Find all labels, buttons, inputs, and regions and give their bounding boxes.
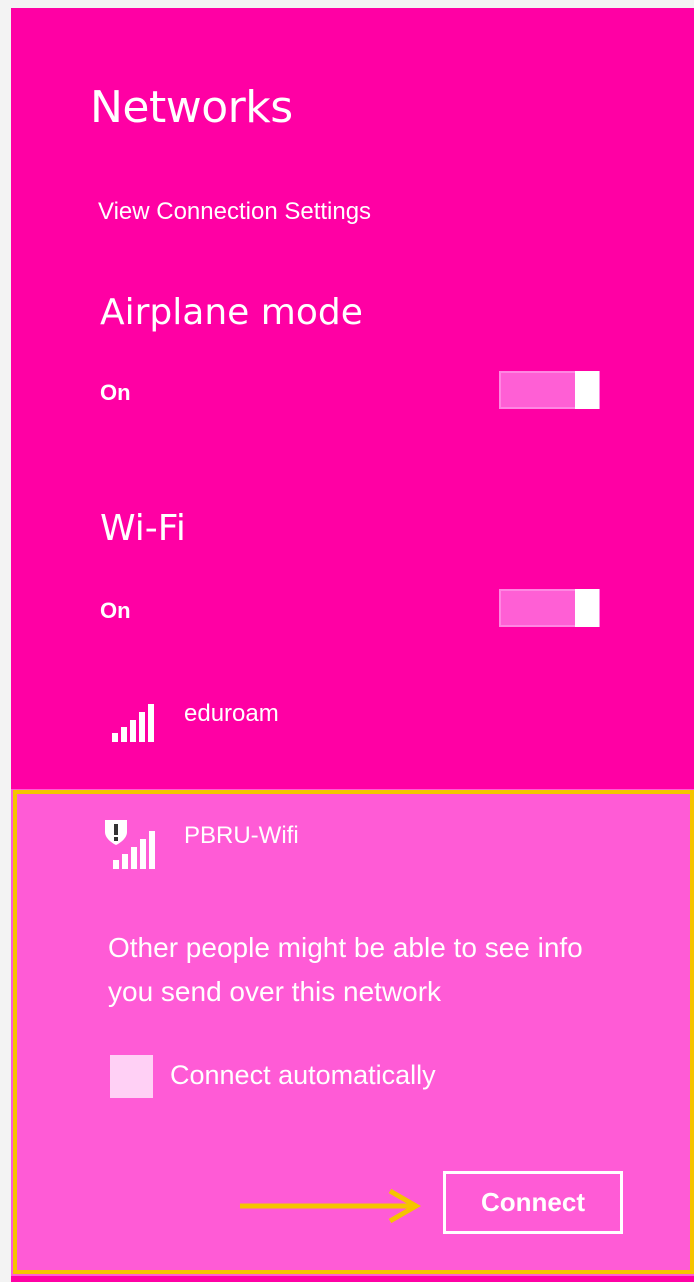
airplane-mode-state-label: On	[100, 380, 131, 405]
wifi-toggle[interactable]	[499, 589, 600, 627]
arrow-right-icon	[240, 1188, 422, 1224]
view-connection-settings-link[interactable]: View Connection Settings	[98, 198, 371, 226]
wifi-title: Wi-Fi	[100, 508, 186, 549]
airplane-mode-toggle[interactable]	[499, 371, 600, 409]
network-name: eduroam	[184, 700, 279, 727]
connect-button[interactable]: Connect	[443, 1171, 623, 1234]
security-warning-text: Other people might be able to see info y…	[108, 932, 583, 1007]
airplane-mode-title: Airplane mode	[100, 292, 363, 333]
connect-automatically-label[interactable]: Connect automatically	[170, 1060, 436, 1091]
toggle-thumb	[575, 589, 599, 627]
shield-warning-icon	[105, 820, 155, 869]
network-name: PBRU-Wifi	[184, 822, 299, 849]
connect-automatically-checkbox[interactable]	[110, 1055, 153, 1098]
toggle-thumb	[575, 371, 599, 409]
wifi-state-label: On	[100, 598, 131, 623]
wifi-signal-icon	[112, 704, 154, 742]
page-title: Networks	[90, 82, 293, 133]
